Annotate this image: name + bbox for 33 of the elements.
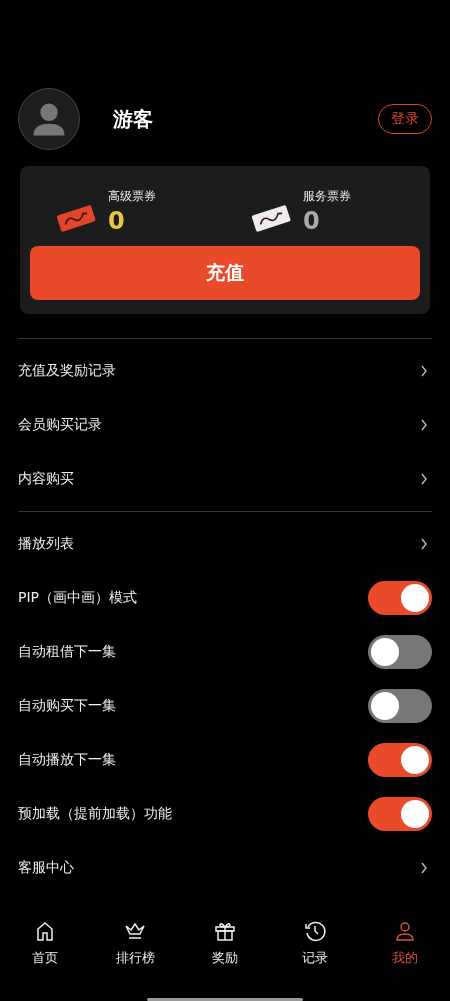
menu-item[interactable]: 充值及奖励记录 (18, 362, 116, 380)
toggle-switch[interactable] (368, 635, 432, 669)
chevron-icon (420, 862, 428, 874)
menu-item[interactable]: 自动播放下一集 (18, 751, 116, 769)
menu-item[interactable]: 自动租借下一集 (18, 643, 116, 661)
tab[interactable]: 记录 (270, 909, 360, 968)
ticket-label: 服务票券 (303, 187, 351, 205)
toggle-switch[interactable] (368, 743, 432, 777)
toggle-switch[interactable] (368, 689, 432, 723)
tab[interactable]: 排行榜 (90, 909, 180, 968)
chevron-icon (420, 365, 428, 377)
menu-item[interactable]: 内容购买 (18, 470, 74, 488)
menu-item[interactable]: PIP（画中画）模式 (18, 589, 137, 607)
menu-item[interactable]: 自动购买下一集 (18, 697, 116, 715)
ticket-count: 0 (303, 206, 321, 235)
user-name: 游客 (113, 105, 154, 133)
toggle-switch[interactable] (368, 581, 432, 615)
toggle-switch[interactable] (368, 797, 432, 831)
ticket-label: 高级票券 (108, 187, 156, 205)
recharge-button[interactable]: 充值 (30, 246, 420, 300)
menu-item[interactable]: 预加载（提前加载）功能 (18, 805, 172, 823)
menu-item[interactable]: 客服中心 (18, 859, 74, 877)
menu-item[interactable]: 会员购买记录 (18, 416, 102, 434)
ticket-count: 0 (108, 206, 126, 235)
history-icon (303, 919, 327, 943)
tab[interactable]: 首页 (0, 909, 90, 968)
tab[interactable]: 奖励 (180, 909, 270, 968)
chevron-icon (420, 419, 428, 431)
person-icon (393, 919, 417, 943)
tab[interactable]: 我的 (360, 909, 450, 968)
menu-item[interactable]: 播放列表 (18, 535, 74, 553)
chevron-icon (420, 538, 428, 550)
chevron-icon (420, 473, 428, 485)
